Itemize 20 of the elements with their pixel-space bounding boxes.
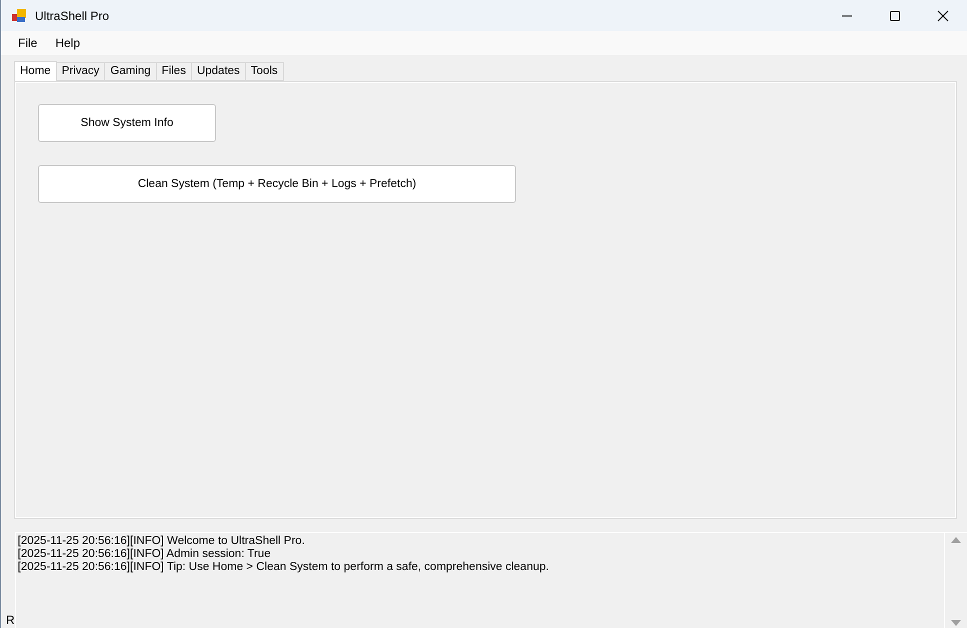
maximize-icon [889,10,901,22]
scroll-up-icon[interactable] [951,537,961,543]
scroll-down-icon[interactable] [951,620,961,626]
log-line: [2025-11-25 20:56:16][INFO] Admin session: True [18,548,272,561]
tab[interactable]: Files [156,62,192,81]
tab[interactable]: Updates [190,62,246,81]
log-line: [2025-11-25 20:56:16][INFO] Tip: Use Home > Clean System to perform a safe, comprehensive cleanup. [18,561,550,574]
window-title: UltraShell Pro [35,8,110,22]
close-icon [937,10,949,22]
tab[interactable]: Home [14,61,57,81]
menu-item[interactable]: Help [46,36,90,50]
status-text: R [6,613,15,628]
tab[interactable]: Gaming [104,62,157,81]
app-icon [11,8,27,24]
tab[interactable]: Privacy [56,62,106,81]
action-button[interactable]: Show System Info [38,104,216,142]
action-button[interactable]: Clean System (Temp + Recycle Bin + Logs + Prefetch) [38,165,516,203]
tab[interactable]: Tools [244,62,284,81]
log-line: [2025-11-25 20:56:16][INFO] Welcome to UltraShell Pro. [18,535,306,548]
menu-item[interactable]: File [9,36,46,50]
